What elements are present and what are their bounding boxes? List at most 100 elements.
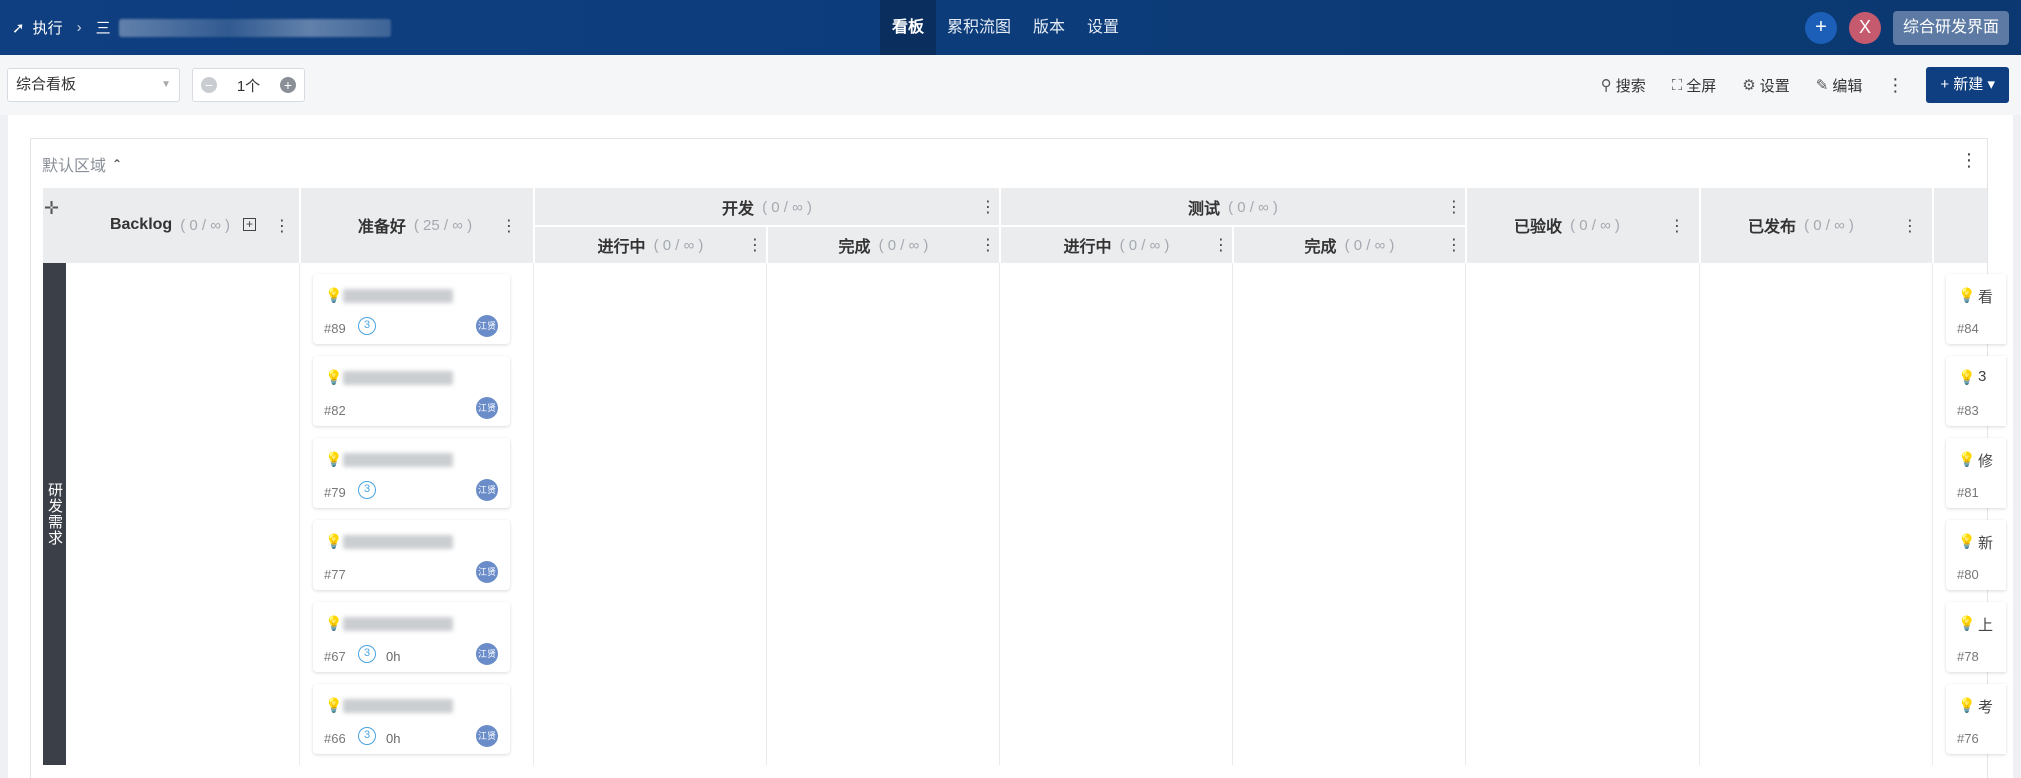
toolbar-actions: ⚲ 搜索 ⛶ 全屏 ⚙ 设置 ✎ 编辑 ⋮ + 新建 ▾ [1575, 67, 2009, 103]
column-wip: ( 25 / ∞ ) [413, 216, 473, 234]
card-id: #84 [1957, 321, 1979, 336]
column-more-icon[interactable]: ⋮ [1669, 216, 1685, 236]
fullscreen-label: 全屏 [1686, 77, 1717, 95]
nav-cumulative-flow[interactable]: 累积流图 [936, 0, 1022, 55]
plus-icon: + [1940, 76, 1954, 93]
assignee-avatar[interactable]: 江贤 [476, 397, 498, 419]
main-nav: 看板 累积流图 版本 设置 [880, 0, 1130, 55]
task-card[interactable]: 💡 看 #84 [1946, 274, 2006, 344]
column-backlog-header: Backlog ( 0 / ∞ ) [100, 208, 240, 242]
assignee-avatar[interactable]: 江贤 [476, 479, 498, 501]
nav-settings[interactable]: 设置 [1076, 0, 1130, 55]
user-avatar[interactable]: X [1848, 11, 1881, 44]
card-id: #80 [1957, 567, 1979, 582]
column-dev-done-header: 完成 ( 0 / ∞ ) [768, 228, 999, 262]
estimate-badge: 3 [358, 317, 376, 335]
project-name-redacted [118, 18, 391, 37]
breadcrumb: ➚ 执行 › 三 [12, 0, 391, 55]
column-name: 进行中 [1063, 239, 1112, 256]
column-wip: ( 0 / ∞ ) [1804, 216, 1854, 234]
column-name: 开发 [722, 201, 755, 218]
task-card[interactable]: 💡 #82 江贤 [313, 356, 510, 426]
plus-icon[interactable]: + [280, 77, 296, 93]
column-more-icon[interactable]: ⋮ [980, 197, 996, 217]
card-id: #83 [1957, 403, 1979, 418]
column-separator [1465, 263, 1466, 765]
swimlane-label[interactable]: 研发需求 [43, 263, 66, 765]
global-add-button[interactable]: + [1804, 11, 1837, 44]
column-separator [766, 263, 767, 765]
card-title-redacted [343, 699, 453, 713]
breadcrumb-execute[interactable]: 执行 [33, 17, 63, 38]
column-more-icon[interactable]: ⋮ [1446, 235, 1462, 255]
edit-button[interactable]: ✎ 编辑 [1816, 75, 1863, 96]
workspace-button[interactable]: 综合研发界面 [1892, 10, 2009, 45]
lightbulb-icon: 💡 [1958, 697, 1976, 713]
minus-icon[interactable]: − [201, 77, 217, 93]
project-name[interactable]: 三 [96, 17, 111, 38]
column-more-icon[interactable]: ⋮ [747, 235, 763, 255]
column-separator [1232, 263, 1233, 765]
column-test-header: 测试 ( 0 / ∞ ) [1001, 190, 1465, 224]
column-wip: ( 0 / ∞ ) [762, 198, 812, 216]
fullscreen-button[interactable]: ⛶ 全屏 [1672, 75, 1717, 96]
column-more-icon[interactable]: ⋮ [274, 216, 290, 236]
header-divider [299, 188, 301, 263]
region-more-icon[interactable]: ⋮ [1960, 150, 1978, 171]
task-card[interactable]: 💡 修 #81 [1946, 438, 2006, 508]
task-card[interactable]: 💡 #66 3 0h 江贤 [313, 684, 510, 754]
lightbulb-icon: 💡 [325, 533, 343, 549]
caret-down-icon: ▼ [161, 79, 171, 90]
card-title-redacted [343, 535, 453, 549]
column-more-icon[interactable]: ⋮ [1213, 235, 1229, 255]
task-card[interactable]: 💡 3 #83 [1946, 356, 2006, 426]
column-accepted-header: 已验收 ( 0 / ∞ ) [1467, 208, 1667, 242]
assignee-avatar[interactable]: 江贤 [476, 315, 498, 337]
board-select[interactable]: 综合看板 ▼ [7, 68, 180, 102]
task-card[interactable]: 💡 上 #78 [1946, 602, 2006, 672]
task-card[interactable]: 💡 #89 3 江贤 [313, 274, 510, 344]
assignee-avatar[interactable]: 江贤 [476, 561, 498, 583]
settings-label: 设置 [1759, 77, 1790, 95]
search-icon: ⚲ [1600, 77, 1612, 94]
new-button[interactable]: + 新建 ▾ [1926, 67, 2009, 103]
board-toolbar: 综合看板 ▼ − 1个 + ⚲ 搜索 ⛶ 全屏 ⚙ 设置 ✎ 编辑 ⋮ + 新建 ▾ [0, 55, 2021, 115]
more-menu-icon[interactable]: ⋮ [1886, 75, 1904, 96]
lightbulb-icon: 💡 [1958, 451, 1976, 467]
column-name: 准备好 [357, 219, 406, 236]
card-id: #79 [324, 485, 346, 500]
nav-kanban[interactable]: 看板 [880, 0, 937, 55]
task-card[interactable]: 💡 #67 3 0h 江贤 [313, 602, 510, 672]
column-more-icon[interactable]: ⋮ [501, 216, 517, 236]
column-test-doing-header: 进行中 ( 0 / ∞ ) [1001, 228, 1232, 262]
column-wip: ( 0 / ∞ ) [1119, 236, 1170, 254]
column-name: Backlog [109, 216, 173, 233]
task-card[interactable]: 💡 #79 3 江贤 [313, 438, 510, 508]
estimate-badge: 3 [358, 645, 376, 663]
header-divider [1932, 188, 1934, 263]
column-wip: ( 0 / ∞ ) [1570, 216, 1620, 234]
column-more-icon[interactable]: ⋮ [1902, 216, 1918, 236]
add-card-icon[interactable]: + [243, 218, 256, 231]
search-button[interactable]: ⚲ 搜索 [1601, 75, 1646, 96]
region-title[interactable]: 默认区域 ⌃ [42, 152, 122, 176]
task-card[interactable]: 💡 考 #76 [1946, 684, 2006, 754]
card-title: 上 [1978, 617, 1994, 634]
edit-icon: ✎ [1815, 77, 1829, 94]
region-title-text: 默认区域 [42, 158, 107, 175]
lightbulb-icon: 💡 [325, 615, 343, 631]
top-navbar: ➚ 执行 › 三 看板 累积流图 版本 设置 + X 综合研发界面 [0, 0, 2021, 55]
move-icon[interactable]: ✛ [44, 198, 59, 219]
column-more-icon[interactable]: ⋮ [980, 235, 996, 255]
task-card[interactable]: 💡 新 #80 [1946, 520, 2006, 590]
column-more-icon[interactable]: ⋮ [1446, 197, 1462, 217]
board-settings-button[interactable]: ⚙ 设置 [1742, 75, 1789, 96]
lightbulb-icon: 💡 [325, 369, 343, 385]
assignee-avatar[interactable]: 江贤 [476, 643, 498, 665]
task-card[interactable]: 💡 #77 江贤 [313, 520, 510, 590]
nav-version[interactable]: 版本 [1022, 0, 1076, 55]
chevron-double-up-icon[interactable]: ⌃ [112, 157, 122, 171]
topbar-actions: + X 综合研发界面 [1804, 0, 2009, 55]
caret-down-icon: ▾ [1983, 76, 1995, 93]
assignee-avatar[interactable]: 江贤 [476, 725, 498, 747]
